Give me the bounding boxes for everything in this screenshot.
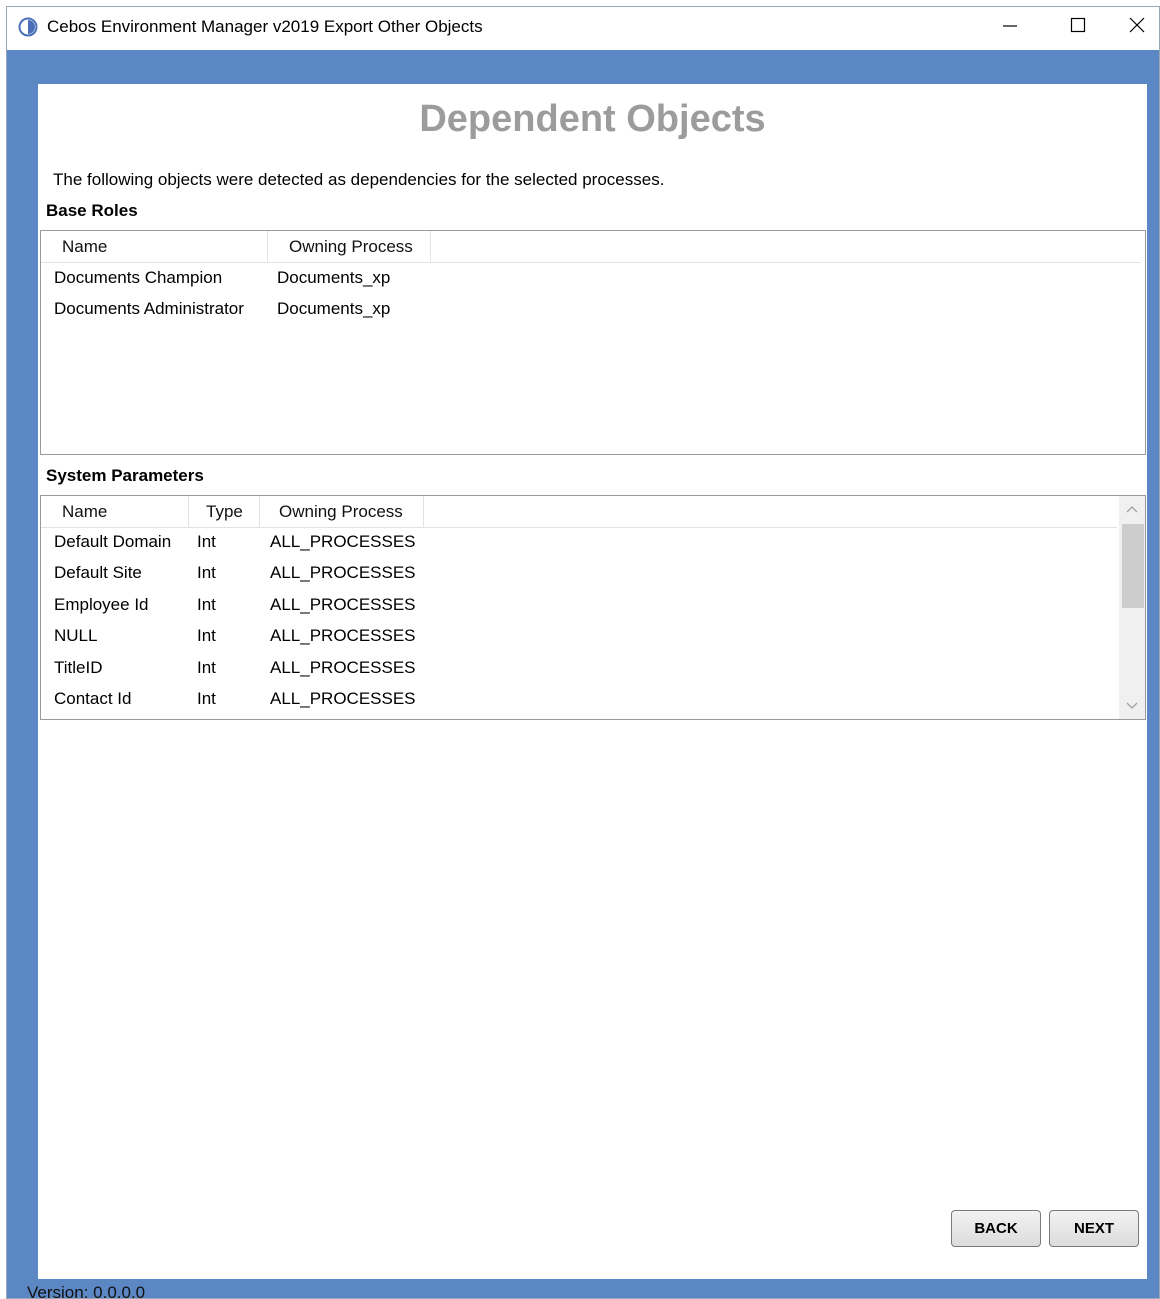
scroll-down-button[interactable] bbox=[1119, 693, 1145, 719]
close-button[interactable] bbox=[1113, 7, 1160, 47]
base-roles-label: Base Roles bbox=[46, 201, 138, 220]
table-row[interactable]: Default Domain Int ALL_PROCESSES bbox=[41, 527, 1119, 558]
minimize-icon bbox=[1002, 17, 1018, 38]
cell-type: Int bbox=[197, 658, 216, 677]
chevron-down-icon bbox=[1126, 697, 1138, 715]
cell-name: Default Domain bbox=[54, 532, 172, 551]
cell-owning-process: ALL_PROCESSES bbox=[270, 595, 416, 614]
table-row[interactable]: Documents Administrator Documents_xp bbox=[41, 294, 1145, 325]
cell-name: Contact Id bbox=[54, 689, 132, 708]
cell-name: Documents Champion bbox=[54, 268, 223, 287]
content-panel: Dependent Objects The following objects … bbox=[38, 84, 1147, 1279]
cell-name: TitleID bbox=[54, 658, 103, 677]
column-header-owning-process[interactable]: Owning Process bbox=[268, 231, 431, 262]
cell-type: Int bbox=[197, 595, 216, 614]
column-header-owning-process[interactable]: Owning Process bbox=[260, 496, 424, 527]
intro-text: The following objects were detected as d… bbox=[53, 170, 665, 189]
cell-owning-process: ALL_PROCESSES bbox=[270, 626, 416, 645]
table-row[interactable]: Employee Id Int ALL_PROCESSES bbox=[41, 590, 1119, 621]
cell-owning-process: ALL_PROCESSES bbox=[270, 689, 416, 708]
title-bar[interactable]: Cebos Environment Manager v2019 Export O… bbox=[7, 7, 1159, 50]
cell-type: Int bbox=[197, 626, 216, 645]
version-label: Version: 0.0.0.0 bbox=[27, 1283, 146, 1299]
cell-owning-process: ALL_PROCESSES bbox=[270, 532, 416, 551]
maximize-icon bbox=[1070, 17, 1086, 38]
system-parameters-label: System Parameters bbox=[46, 466, 204, 485]
chevron-up-icon bbox=[1126, 500, 1138, 518]
cell-name: Default Site bbox=[54, 563, 142, 582]
cell-name: NULL bbox=[54, 626, 98, 645]
scroll-thumb[interactable] bbox=[1122, 524, 1144, 608]
app-logo-icon bbox=[18, 17, 38, 37]
minimize-button[interactable] bbox=[977, 7, 1043, 47]
scroll-up-button[interactable] bbox=[1119, 496, 1145, 522]
vertical-scrollbar[interactable] bbox=[1119, 496, 1145, 719]
table-row[interactable]: NULL Int ALL_PROCESSES bbox=[41, 621, 1119, 652]
cell-owning-process: ALL_PROCESSES bbox=[270, 563, 416, 582]
cell-type: Int bbox=[197, 689, 216, 708]
base-roles-list[interactable]: Name Owning Process Documents Champion D… bbox=[40, 230, 1146, 455]
table-row[interactable]: Documents Champion Documents_xp bbox=[41, 263, 1145, 294]
cell-type: Int bbox=[197, 532, 216, 551]
cell-type: Int bbox=[197, 563, 216, 582]
system-parameters-list[interactable]: Name Type Owning Process Default Domain … bbox=[40, 495, 1146, 720]
column-header-name[interactable]: Name bbox=[41, 496, 189, 527]
cell-name: Employee Id bbox=[54, 595, 149, 614]
table-row[interactable]: Default Site Int ALL_PROCESSES bbox=[41, 558, 1119, 589]
close-icon bbox=[1129, 17, 1145, 38]
cell-name: Documents Administrator bbox=[54, 299, 244, 318]
column-header-name[interactable]: Name bbox=[41, 231, 268, 262]
maximize-button[interactable] bbox=[1045, 7, 1111, 47]
cell-owning-process: ALL_PROCESSES bbox=[270, 658, 416, 677]
cell-owning-process: Documents_xp bbox=[277, 299, 391, 318]
app-window: Cebos Environment Manager v2019 Export O… bbox=[6, 6, 1160, 1299]
column-header-type[interactable]: Type bbox=[189, 496, 260, 527]
page-title: Dependent Objects bbox=[419, 98, 766, 140]
back-button[interactable]: BACK bbox=[951, 1210, 1041, 1247]
cell-owning-process: Documents_xp bbox=[277, 268, 391, 287]
next-button[interactable]: NEXT bbox=[1049, 1210, 1139, 1247]
table-row[interactable]: Contact Id Int ALL_PROCESSES bbox=[41, 684, 1119, 715]
window-title: Cebos Environment Manager v2019 Export O… bbox=[47, 17, 483, 36]
table-row[interactable]: TitleID Int ALL_PROCESSES bbox=[41, 653, 1119, 684]
